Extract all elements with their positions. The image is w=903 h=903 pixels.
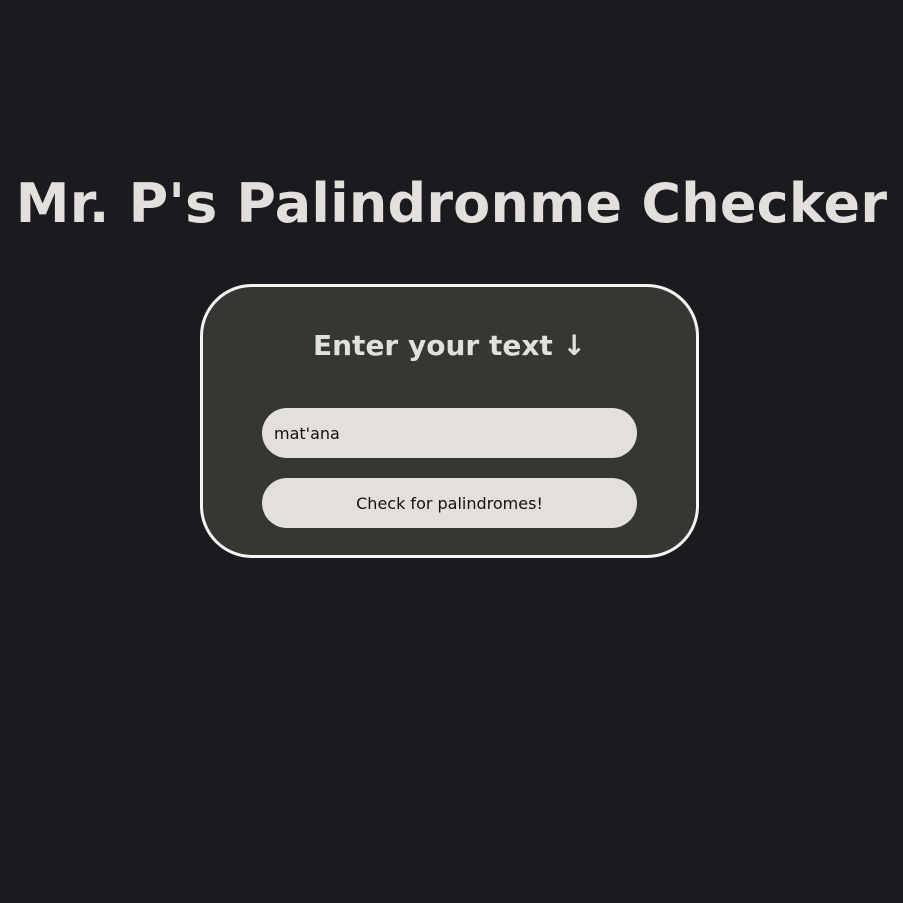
card-heading: Enter your text ↓ xyxy=(313,329,586,362)
text-input[interactable] xyxy=(262,408,637,458)
palindrome-form-card: Enter your text ↓ Check for palindromes! xyxy=(200,284,699,558)
check-palindrome-button[interactable]: Check for palindromes! xyxy=(262,478,637,528)
page-title: Mr. P's Palindronme Checker xyxy=(15,172,888,235)
